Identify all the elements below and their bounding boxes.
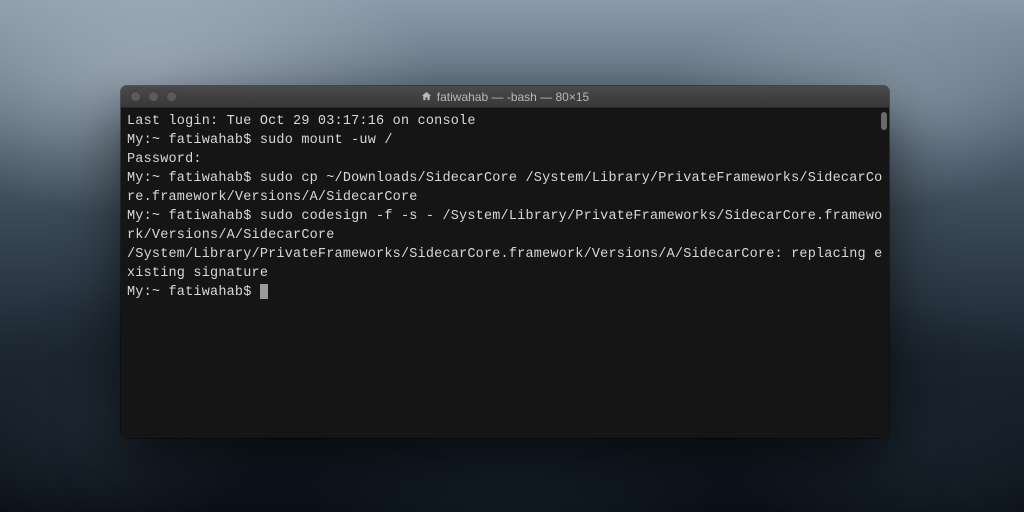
window-title-text: fatiwahab — -bash — 80×15 [437,90,589,104]
terminal-prompt: My:~ fatiwahab$ [127,285,260,300]
cursor [260,284,268,299]
close-button[interactable] [130,91,141,102]
terminal-line: Last login: Tue Oct 29 03:17:16 on conso… [127,112,883,131]
terminal-line: Password: [127,150,883,169]
terminal-window[interactable]: fatiwahab — -bash — 80×15 Last login: Tu… [121,86,889,438]
terminal-line: My:~ fatiwahab$ sudo mount -uw / [127,131,883,150]
terminal-body[interactable]: Last login: Tue Oct 29 03:17:16 on conso… [121,108,889,438]
minimize-button[interactable] [148,91,159,102]
window-title: fatiwahab — -bash — 80×15 [121,90,889,104]
home-icon [421,91,432,102]
terminal-prompt-line: My:~ fatiwahab$ [127,283,883,302]
terminal-line: My:~ fatiwahab$ sudo cp ~/Downloads/Side… [127,169,883,207]
terminal-line: /System/Library/PrivateFrameworks/Sideca… [127,245,883,283]
window-titlebar[interactable]: fatiwahab — -bash — 80×15 [121,86,889,108]
terminal-line: My:~ fatiwahab$ sudo codesign -f -s - /S… [127,207,883,245]
zoom-button[interactable] [166,91,177,102]
scrollbar-thumb[interactable] [881,112,887,130]
window-controls [121,91,177,102]
